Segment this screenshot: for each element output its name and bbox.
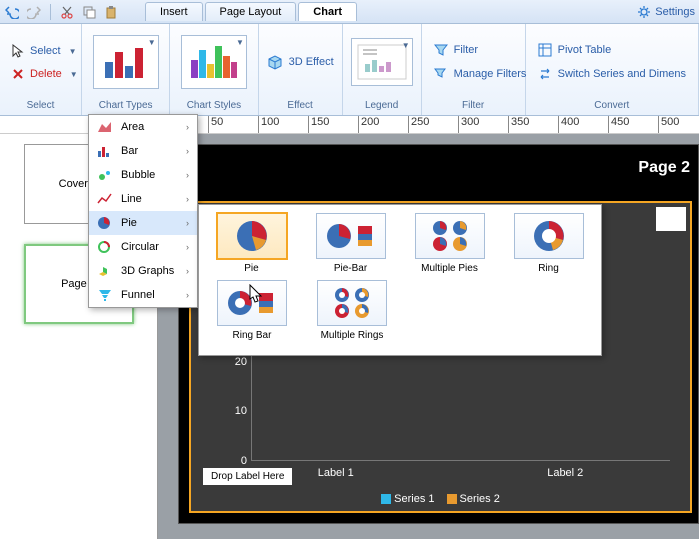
paste-button[interactable]: [103, 4, 119, 20]
ring-thumb-icon: [531, 218, 567, 254]
drop-label-target[interactable]: Drop Label Here: [203, 468, 292, 485]
switch-icon: [538, 67, 552, 81]
menu-circular[interactable]: Circular›: [89, 235, 197, 259]
pivot-table-button[interactable]: Pivot Table: [534, 41, 616, 59]
legend-button[interactable]: ▼: [351, 38, 413, 86]
sub-multiple-pies[interactable]: Multiple Pies: [405, 213, 494, 274]
circular-icon: [97, 239, 113, 255]
sub-pie[interactable]: Pie: [207, 213, 296, 274]
chevron-right-icon: ›: [186, 266, 189, 276]
undo-button[interactable]: [4, 4, 20, 20]
styled-bars-icon: [189, 42, 239, 82]
tab-chart[interactable]: Chart: [298, 2, 357, 21]
settings-label: Settings: [655, 6, 695, 18]
pie-icon: [97, 215, 113, 231]
cut-button[interactable]: [59, 4, 75, 20]
menu-funnel[interactable]: Funnel›: [89, 283, 197, 307]
group-filter-title: Filter: [426, 98, 521, 113]
tab-insert[interactable]: Insert: [145, 2, 203, 21]
menu-3d-graphs[interactable]: 3D Graphs›: [89, 259, 197, 283]
pie-bar-thumb-icon: [324, 218, 378, 254]
group-chart-types-title: Chart Types: [86, 98, 165, 113]
delete-button[interactable]: Delete▼: [8, 66, 82, 82]
copy-button[interactable]: [81, 4, 97, 20]
delete-icon: [12, 68, 24, 80]
chart-types-menu: Area› Bar› Bubble› Line› Pie› Circular› …: [88, 114, 198, 308]
area-icon: [97, 119, 113, 135]
tab-page-layout[interactable]: Page Layout: [205, 2, 297, 21]
sub-pie-bar[interactable]: Pie-Bar: [306, 213, 395, 274]
group-chart-styles-title: Chart Styles: [174, 98, 253, 113]
group-convert-title: Convert: [530, 98, 694, 113]
funnel-gear-icon: [434, 67, 448, 81]
menu-bar[interactable]: Bar›: [89, 139, 197, 163]
multi-ring-thumb-icon: [330, 285, 374, 321]
menu-pie[interactable]: Pie›: [89, 211, 197, 235]
switch-series-button[interactable]: Switch Series and Dimens: [534, 65, 690, 83]
redo-button[interactable]: [26, 4, 42, 20]
ribbon-tabs: Insert Page Layout Chart: [145, 2, 357, 21]
chart-styles-button[interactable]: ▼: [181, 35, 247, 89]
filter-button[interactable]: Filter: [430, 41, 482, 59]
settings-button[interactable]: Settings: [637, 5, 695, 19]
chevron-right-icon: ›: [186, 170, 189, 180]
chevron-right-icon: ›: [186, 290, 189, 300]
chart-legend: Series 1 Series 2: [191, 493, 690, 505]
3d-icon: [97, 263, 113, 279]
cursor-icon: [12, 44, 24, 58]
sub-multiple-rings[interactable]: Multiple Rings: [307, 280, 397, 341]
group-effect-title: Effect: [263, 98, 338, 113]
legend-preview-icon: [357, 44, 407, 80]
pie-submenu: Pie Pie-Bar Multiple Pies Ring Ring Bar …: [198, 204, 602, 356]
cube-icon: [267, 54, 283, 70]
page-title: Page 2: [638, 159, 690, 177]
quick-access-toolbar: Insert Page Layout Chart Settings: [0, 0, 699, 24]
bar-icon: [97, 143, 113, 159]
ring-bar-thumb-icon: [225, 285, 279, 321]
chevron-right-icon: ›: [186, 146, 189, 156]
group-select-title: Select: [4, 98, 77, 113]
funnel-icon: [434, 43, 448, 57]
group-legend-title: Legend: [347, 98, 417, 113]
gear-icon: [637, 5, 651, 19]
chevron-right-icon: ›: [186, 122, 189, 132]
pie-thumb-icon: [234, 218, 270, 254]
menu-area[interactable]: Area›: [89, 115, 197, 139]
multi-pie-thumb-icon: [428, 218, 472, 254]
sub-ring[interactable]: Ring: [504, 213, 593, 274]
ribbon: Select▼ Delete▼ Select ▼ Chart Types ▼ C…: [0, 24, 699, 116]
pivot-icon: [538, 43, 552, 57]
chevron-right-icon: ›: [186, 194, 189, 204]
manage-filters-button[interactable]: Manage Filters: [430, 65, 531, 83]
chevron-right-icon: ›: [186, 242, 189, 252]
menu-bubble[interactable]: Bubble›: [89, 163, 197, 187]
chart-types-button[interactable]: ▼: [93, 35, 159, 89]
select-button[interactable]: Select▼: [8, 42, 81, 60]
line-icon: [97, 191, 113, 207]
bar-chart-icon: [101, 42, 151, 82]
chevron-right-icon: ›: [186, 218, 189, 228]
3d-effect-button[interactable]: 3D Effect: [263, 52, 338, 72]
sub-ring-bar[interactable]: Ring Bar: [207, 280, 297, 341]
bubble-icon: [97, 167, 113, 183]
menu-line[interactable]: Line›: [89, 187, 197, 211]
funnel-chart-icon: [97, 287, 113, 303]
